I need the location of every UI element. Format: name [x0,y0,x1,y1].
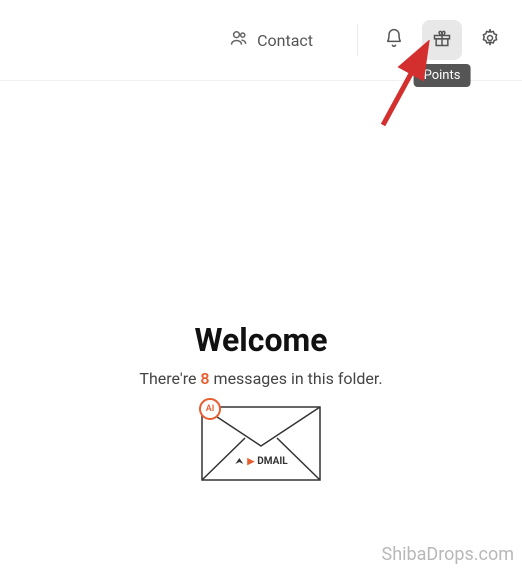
header-bar: Contact Points [0,0,522,81]
folder-message: There're 8 messages in this folder. [139,369,382,388]
dmail-logo: ▶ DMAIL [234,456,287,467]
envelope-illustration: AI ▶ DMAIL [201,406,321,481]
vertical-divider [357,24,358,56]
notifications-button[interactable] [374,20,414,60]
contact-link[interactable]: Contact [229,28,313,52]
gift-icon [432,28,452,52]
contact-label: Contact [257,31,313,50]
contacts-icon [229,28,249,52]
ai-badge-icon: AI [199,398,221,420]
bell-icon [384,28,404,52]
gear-icon [480,28,500,52]
dmail-logo-icon [234,457,244,467]
points-tooltip: Points [414,64,471,87]
envelope-icon [201,406,321,481]
points-button[interactable]: Points [422,20,462,60]
dmail-triangle-icon: ▶ [247,457,254,467]
watermark: ShibaDrops.com [382,544,515,565]
settings-button[interactable] [470,20,510,60]
page-title: Welcome [195,321,328,359]
message-count: 8 [200,369,209,388]
main-content: Welcome There're 8 messages in this fold… [0,121,522,481]
